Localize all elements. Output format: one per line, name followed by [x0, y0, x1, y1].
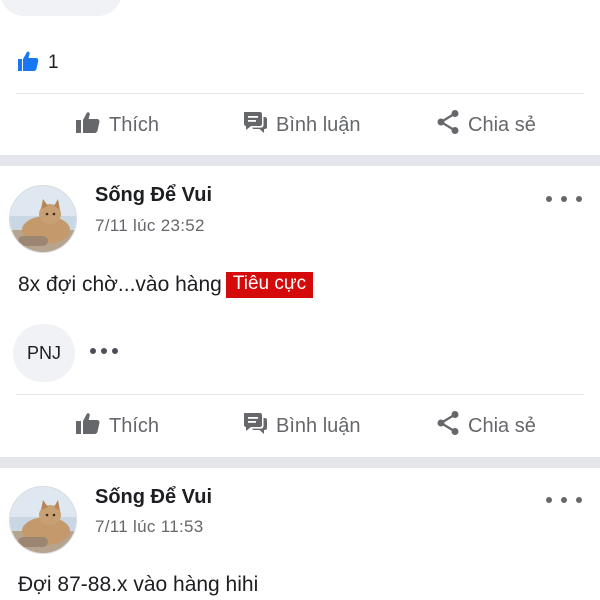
like-button[interactable]: Thích	[75, 95, 159, 155]
comment-button[interactable]: Bình luận	[242, 95, 361, 155]
post-body: Đợi 87-88.x vào hàng hihi	[18, 573, 258, 597]
previous-comment-bubble	[0, 0, 122, 16]
post-text: Đợi 87-88.x vào hàng hihi	[18, 573, 259, 596]
more-dots-icon[interactable]	[546, 187, 582, 211]
avatar-cat-image	[10, 487, 76, 553]
more-dots-icon[interactable]	[546, 488, 582, 512]
share-label: Chia sẻ	[468, 414, 536, 437]
reaction-count: 1	[48, 52, 59, 73]
action-bar: Thích Bình luận Chia sẻ	[0, 95, 600, 155]
comment-label: Bình luận	[276, 113, 361, 136]
sentiment-badge: Tiêu cực	[225, 272, 314, 298]
tag-chip[interactable]: PNJ	[13, 324, 75, 382]
post-body: 8x đợi chờ...vào hàng Tiêu cực	[18, 272, 314, 298]
feed-separator	[0, 457, 600, 468]
post-timestamp[interactable]: 7/11 lúc 23:52	[95, 216, 205, 236]
post-timestamp[interactable]: 7/11 lúc 11:53	[95, 517, 203, 537]
tag-more-dots-icon[interactable]	[90, 345, 118, 357]
thumbs-up-icon	[75, 411, 101, 441]
post-author-name[interactable]: Sống Để Vui	[95, 486, 212, 509]
share-button[interactable]: Chia sẻ	[436, 396, 536, 456]
post-text: 8x đợi chờ...vào hàng	[18, 273, 222, 296]
author-avatar[interactable]	[9, 185, 77, 253]
like-reaction-icon	[16, 49, 40, 78]
like-button[interactable]: Thích	[75, 396, 159, 456]
thumbs-up-icon	[75, 110, 101, 140]
comment-icon	[242, 411, 268, 441]
share-label: Chia sẻ	[468, 113, 536, 136]
like-label: Thích	[109, 414, 160, 437]
comment-button[interactable]: Bình luận	[242, 396, 361, 456]
author-avatar[interactable]	[9, 486, 77, 554]
post-author-name[interactable]: Sống Để Vui	[95, 184, 212, 207]
action-bar: Thích Bình luận Chia sẻ	[0, 396, 600, 456]
comment-icon	[242, 110, 268, 140]
avatar-cat-image	[10, 186, 76, 252]
share-button[interactable]: Chia sẻ	[436, 95, 536, 155]
divider	[16, 93, 584, 94]
reaction-summary[interactable]: 1	[16, 50, 59, 76]
share-icon	[436, 410, 460, 442]
feed-separator	[0, 155, 600, 166]
comment-label: Bình luận	[276, 414, 361, 437]
like-label: Thích	[109, 113, 160, 136]
share-icon	[436, 109, 460, 141]
divider	[16, 394, 584, 395]
